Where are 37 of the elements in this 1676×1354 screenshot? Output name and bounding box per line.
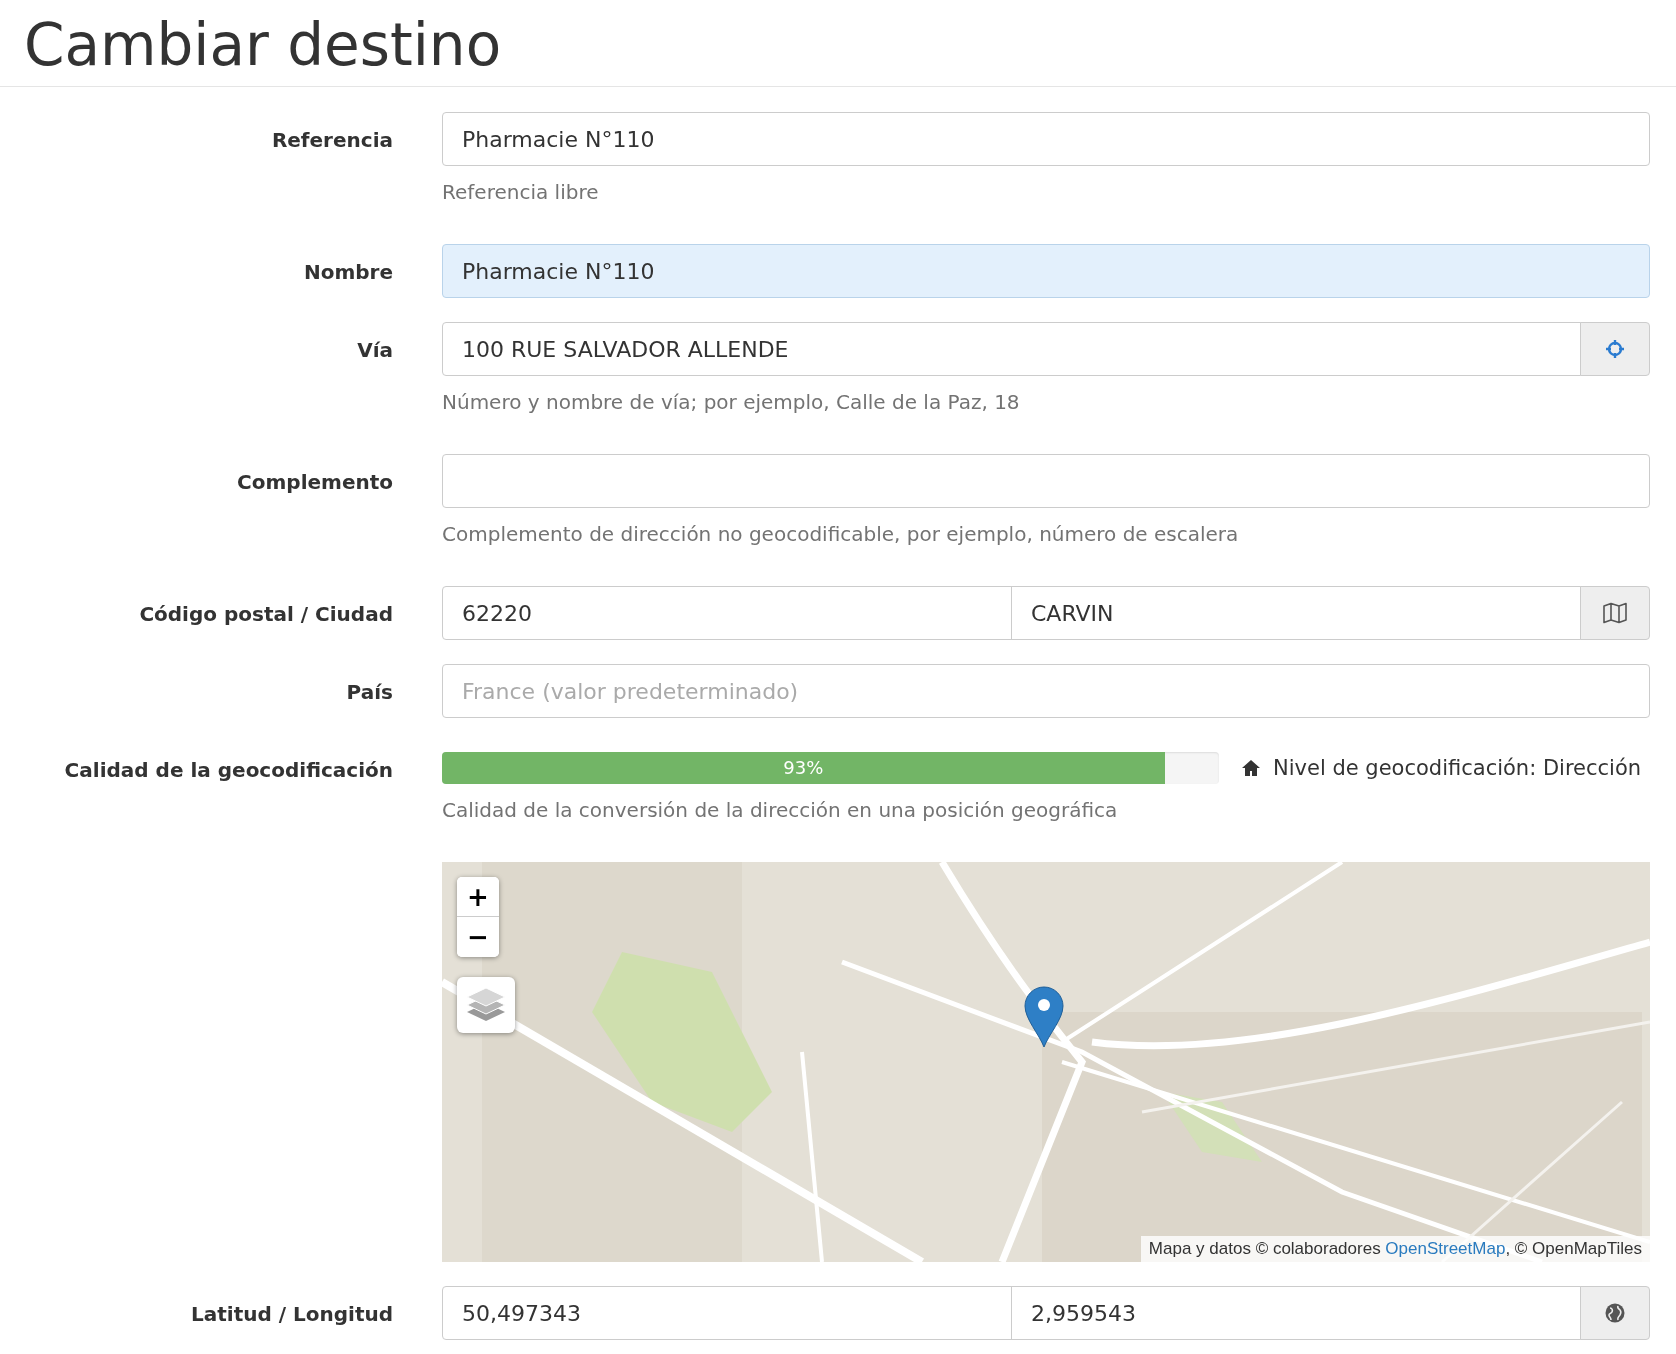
map-button[interactable] — [1580, 586, 1650, 640]
openstreetmap-link[interactable]: OpenStreetMap — [1385, 1239, 1506, 1258]
help-text: Complemento de dirección no geocodificable, por ejemplo, número de escalera — [442, 522, 1240, 546]
text-field[interactable]: 100 RUE SALVADOR ALLENDE — [442, 322, 1581, 376]
zoom-in-button[interactable]: + — [457, 877, 499, 917]
map-icon — [1602, 602, 1628, 624]
home-icon — [1241, 759, 1261, 777]
text-field[interactable]: CARVIN — [1011, 586, 1581, 640]
field-label: País — [345, 679, 393, 706]
page-title: Cambiar destino — [0, 0, 1676, 87]
locate-button[interactable] — [1580, 322, 1650, 376]
field-label: Vía — [356, 337, 393, 364]
crosshair-icon — [1605, 339, 1625, 359]
field-label: Nombre — [302, 259, 393, 286]
text-field[interactable]: France (valor predeterminado) — [442, 664, 1650, 718]
text-field[interactable]: Pharmacie N°110 — [442, 244, 1650, 298]
field-label: Código postal / Ciudad — [138, 601, 393, 628]
help-text: Número y nombre de vía; por ejemplo, Calle de la Paz, 18 — [442, 390, 1021, 414]
map-marker-icon — [1024, 986, 1064, 1048]
text-field[interactable]: Pharmacie N°110 — [442, 112, 1650, 166]
text-field[interactable]: 2,959543 — [1011, 1286, 1581, 1340]
progress-fill: 93% — [442, 752, 1165, 784]
text-field[interactable] — [442, 454, 1650, 508]
field-label: Complemento — [236, 469, 393, 496]
geocoding-level: Nivel de geocodificación: Dirección — [1273, 756, 1642, 780]
field-label: Latitud / Longitud — [190, 1301, 393, 1328]
text-field[interactable]: 62220 — [442, 586, 1012, 640]
help-text: Calidad de la conversión de la dirección en una posición geográfica — [442, 798, 1119, 822]
map-attribution: Mapa y datos © colaboradores OpenStreetMap, © OpenMapTiles — [1140, 1236, 1650, 1262]
globe-button[interactable] — [1580, 1286, 1650, 1340]
layers-button[interactable] — [457, 977, 515, 1033]
map[interactable]: + − Mapa y datos © colaboradores OpenStreetMap, © OpenMapTiles — [442, 862, 1650, 1262]
zoom-out-button[interactable]: − — [457, 917, 499, 957]
help-text: Referencia libre — [442, 180, 600, 204]
field-label: Calidad de la geocodificación — [63, 757, 393, 784]
field-label: Referencia — [270, 127, 393, 154]
text-field[interactable]: 50,497343 — [442, 1286, 1012, 1340]
